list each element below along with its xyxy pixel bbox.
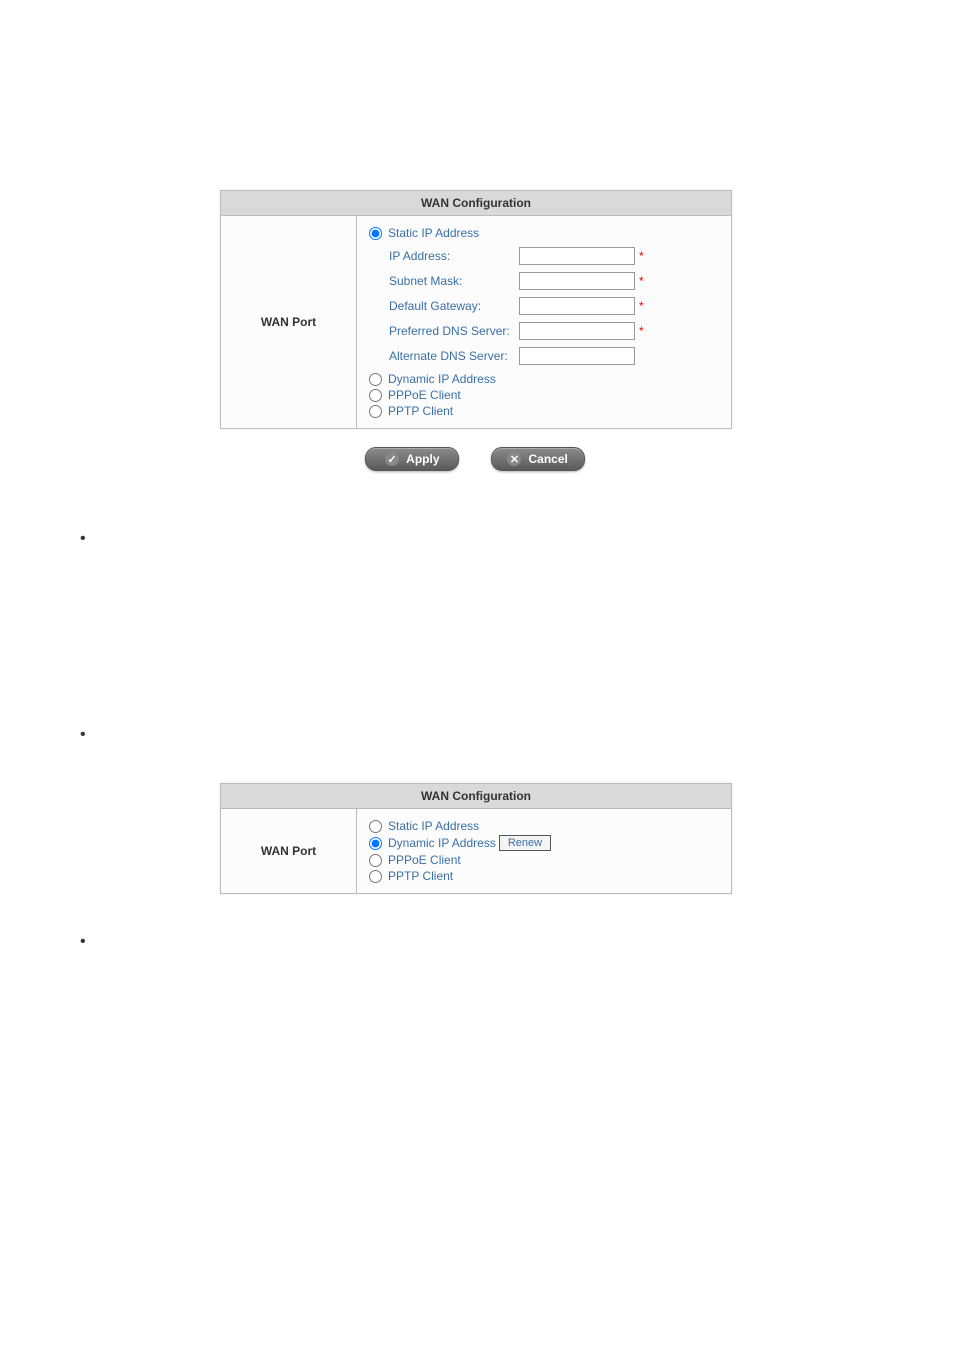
page-content: WAN Configuration WAN Port Static IP Add… xyxy=(0,0,954,990)
ip-required: * xyxy=(639,249,644,263)
apply-button[interactable]: Apply xyxy=(365,447,459,471)
bullet-2: • xyxy=(80,727,894,743)
radio-static-row[interactable]: Static IP Address xyxy=(369,226,719,240)
subnet-input[interactable] xyxy=(519,272,635,290)
radio-pppoe[interactable] xyxy=(369,389,382,402)
config-right-col-1: Static IP Address IP Address: * Subnet M… xyxy=(357,216,731,428)
button-row: Apply Cancel xyxy=(220,447,730,471)
renew-button[interactable]: Renew xyxy=(499,835,551,851)
ip-label: IP Address: xyxy=(389,249,519,263)
radio-pptp-row[interactable]: PPTP Client xyxy=(369,404,719,418)
radio2-dynamic-label: Dynamic IP Address xyxy=(388,836,496,850)
config-body-2: WAN Port Static IP Address Dynamic IP Ad… xyxy=(221,809,731,893)
radio-pppoe-row[interactable]: PPPoE Client xyxy=(369,388,719,402)
radio-pptp[interactable] xyxy=(369,405,382,418)
ip-input[interactable] xyxy=(519,247,635,265)
gateway-input[interactable] xyxy=(519,297,635,315)
config-header-1: WAN Configuration xyxy=(221,191,731,216)
radio-pppoe-label: PPPoE Client xyxy=(388,388,461,402)
wan-port-label-2: WAN Port xyxy=(221,809,357,893)
bullet-3: • xyxy=(80,934,894,950)
dns1-input[interactable] xyxy=(519,322,635,340)
wan-config-box-2: WAN Configuration WAN Port Static IP Add… xyxy=(220,783,732,894)
radio-pptp-label: PPTP Client xyxy=(388,404,453,418)
radio2-pppoe-row[interactable]: PPPoE Client xyxy=(369,853,719,867)
radio2-pppoe[interactable] xyxy=(369,854,382,867)
x-icon xyxy=(507,452,521,466)
radio2-pptp[interactable] xyxy=(369,870,382,883)
radio2-dynamic-row[interactable]: Dynamic IP Address Renew xyxy=(369,835,719,851)
radio-static[interactable] xyxy=(369,227,382,240)
radio2-static-label: Static IP Address xyxy=(388,819,479,833)
config-right-col-2: Static IP Address Dynamic IP Address Ren… xyxy=(357,809,731,893)
field-gateway-row: Default Gateway: * xyxy=(389,297,719,315)
config-body-1: WAN Port Static IP Address IP Address: *… xyxy=(221,216,731,428)
field-dns1-row: Preferred DNS Server: * xyxy=(389,322,719,340)
radio2-pppoe-label: PPPoE Client xyxy=(388,853,461,867)
wan-port-label-1: WAN Port xyxy=(221,216,357,428)
radio2-dynamic[interactable] xyxy=(369,837,382,850)
radio2-pptp-row[interactable]: PPTP Client xyxy=(369,869,719,883)
field-subnet-row: Subnet Mask: * xyxy=(389,272,719,290)
radio-dynamic-row[interactable]: Dynamic IP Address xyxy=(369,372,719,386)
radio-dynamic-label: Dynamic IP Address xyxy=(388,372,496,386)
dns2-input[interactable] xyxy=(519,347,635,365)
subnet-required: * xyxy=(639,274,644,288)
config-header-2: WAN Configuration xyxy=(221,784,731,809)
radio2-pptp-label: PPTP Client xyxy=(388,869,453,883)
dns1-required: * xyxy=(639,324,644,338)
radio2-static-row[interactable]: Static IP Address xyxy=(369,819,719,833)
subnet-label: Subnet Mask: xyxy=(389,274,519,288)
radio2-static[interactable] xyxy=(369,820,382,833)
cancel-label: Cancel xyxy=(528,452,567,466)
dns1-label: Preferred DNS Server: xyxy=(389,324,519,338)
radio-static-label: Static IP Address xyxy=(388,226,479,240)
check-icon xyxy=(385,452,399,466)
field-dns2-row: Alternate DNS Server: xyxy=(389,347,719,365)
bullet-1: • xyxy=(80,531,894,547)
cancel-button[interactable]: Cancel xyxy=(491,447,585,471)
gateway-label: Default Gateway: xyxy=(389,299,519,313)
wan-config-box-1: WAN Configuration WAN Port Static IP Add… xyxy=(220,190,732,429)
dns2-label: Alternate DNS Server: xyxy=(389,349,519,363)
apply-label: Apply xyxy=(406,452,439,466)
gateway-required: * xyxy=(639,299,644,313)
field-ip-row: IP Address: * xyxy=(389,247,719,265)
radio-dynamic[interactable] xyxy=(369,373,382,386)
